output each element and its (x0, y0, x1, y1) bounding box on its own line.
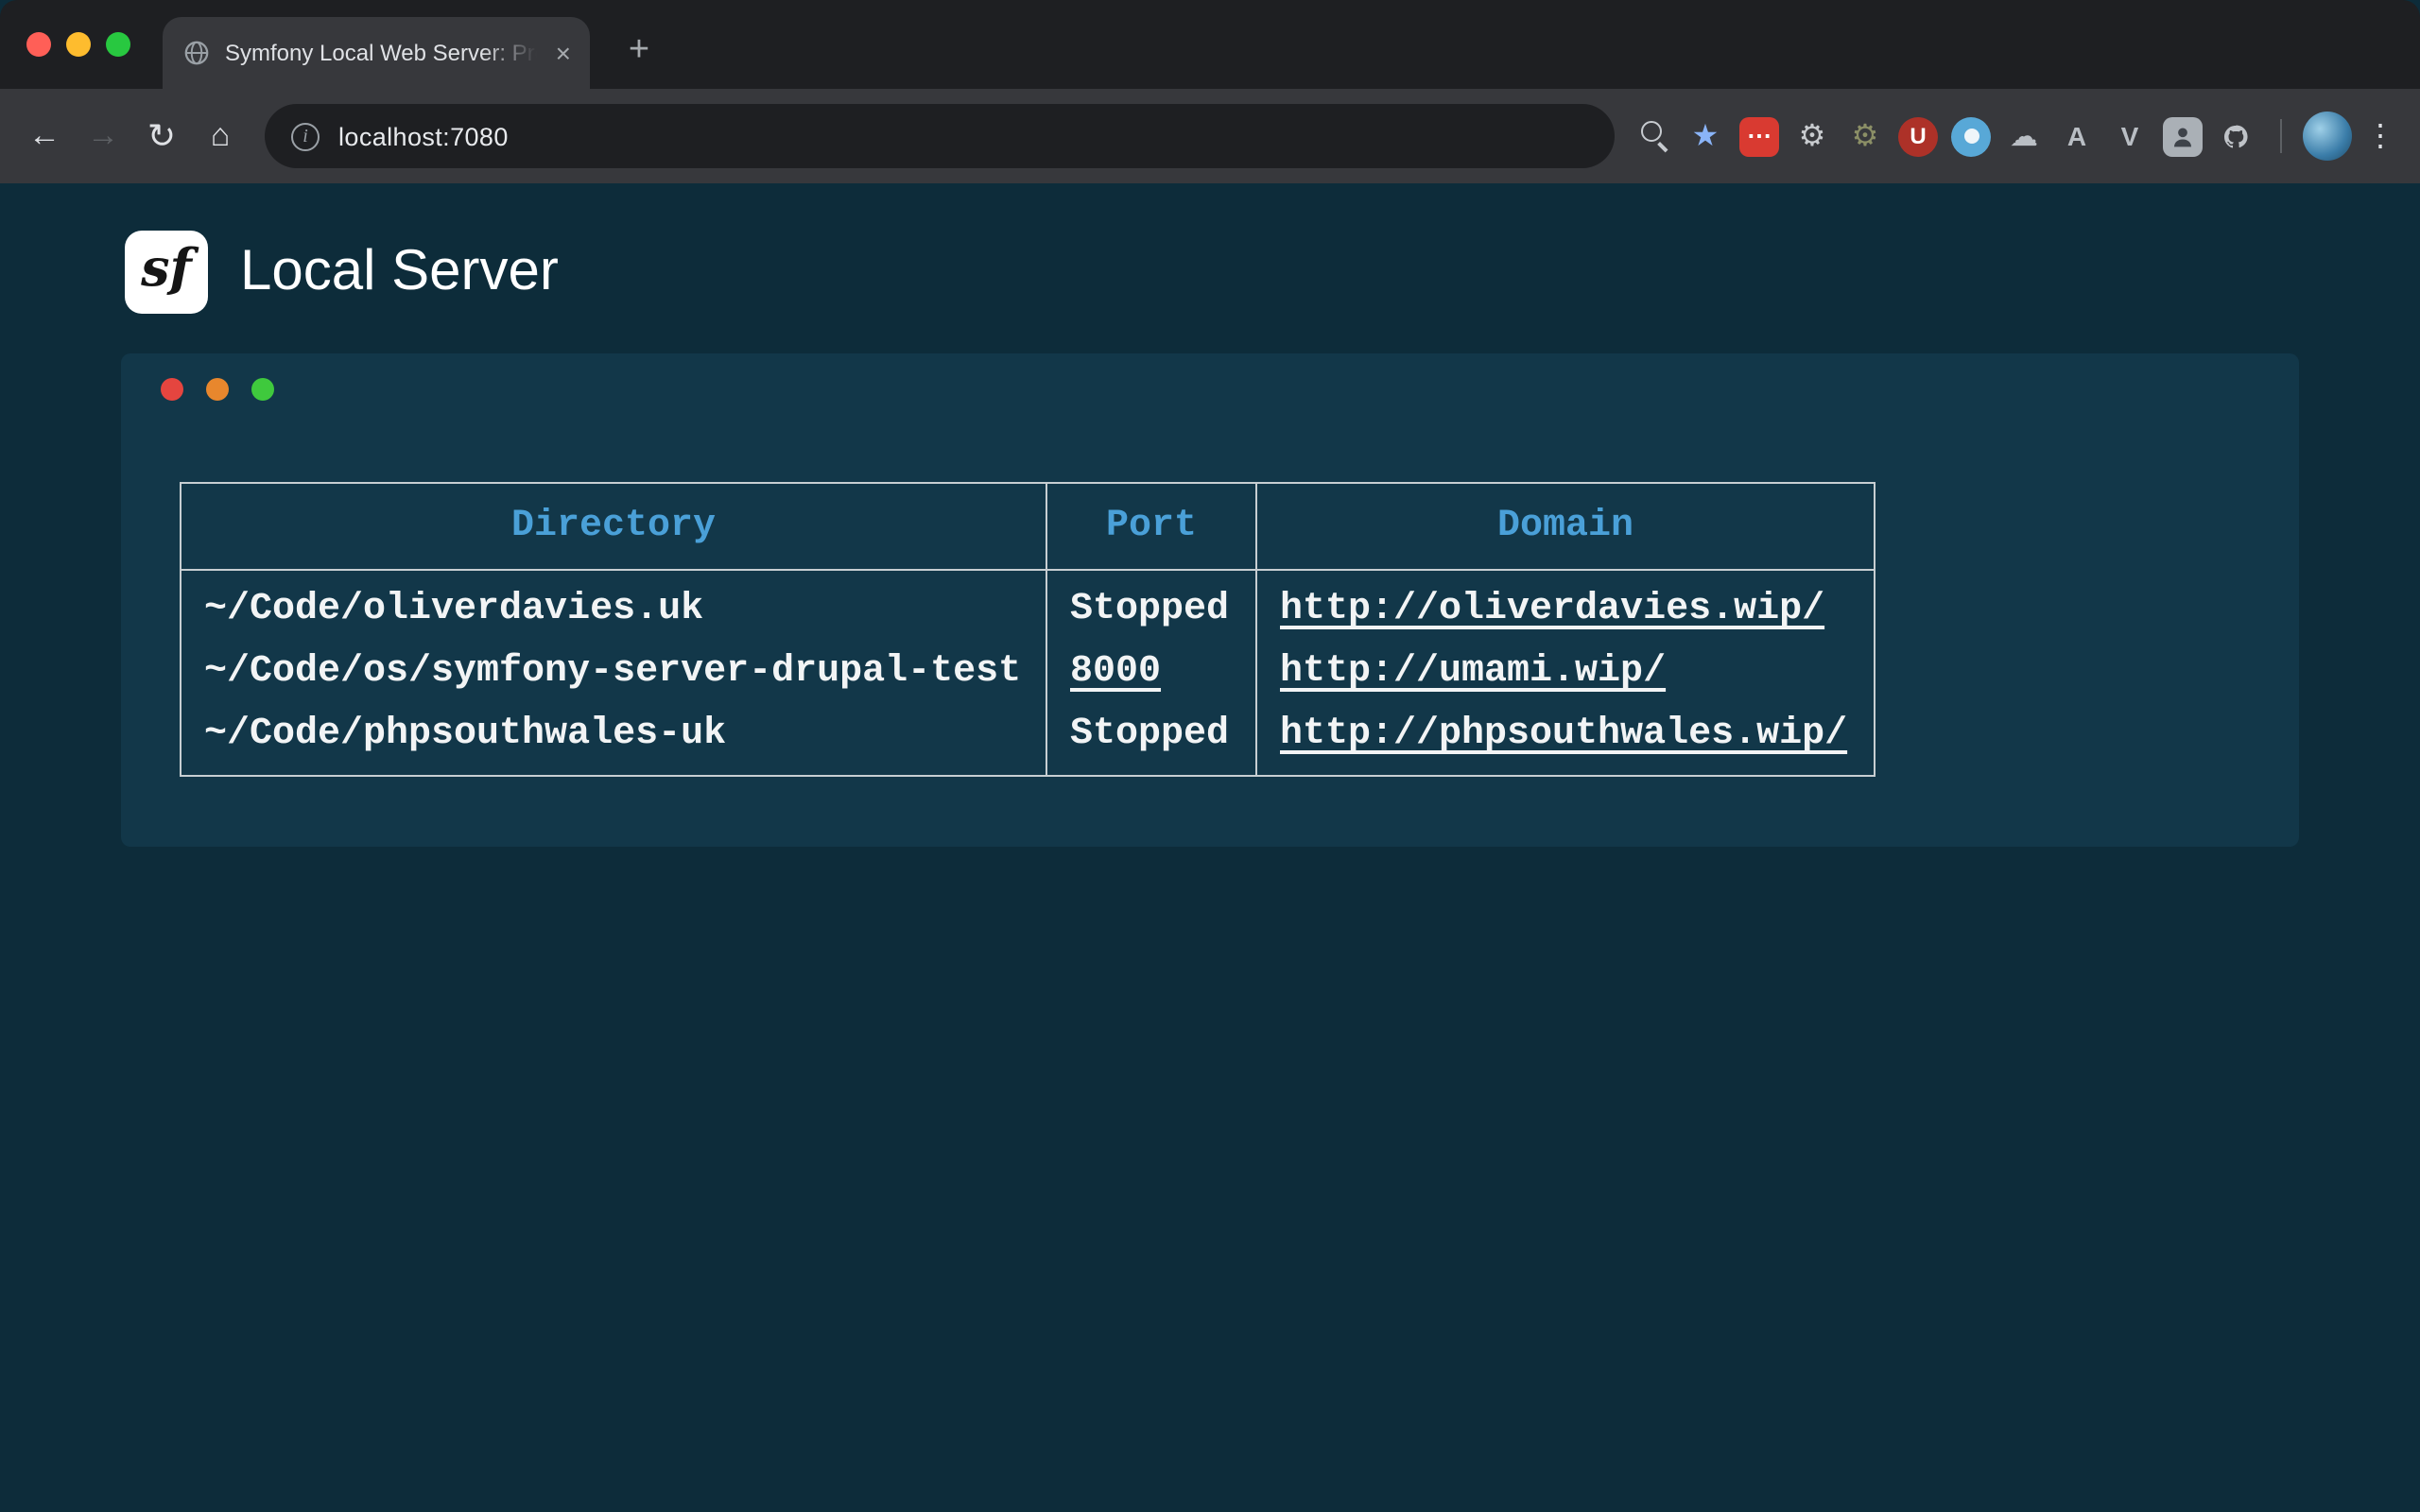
reload-icon[interactable]: ↻ (136, 111, 187, 162)
domain-link[interactable]: http://oliverdavies.wip/ (1280, 588, 1824, 631)
github-extension-icon[interactable] (2216, 116, 2256, 156)
browser-window: Symfony Local Web Server: Prox × + ← → ↻… (0, 0, 2420, 1512)
window-zoom-button[interactable] (106, 32, 130, 57)
address-bar[interactable]: i localhost:7080 (265, 104, 1615, 168)
server-panel: Directory Port Domain ~/Code/oliverdavie… (121, 353, 2299, 847)
panel-red-dot (161, 378, 183, 401)
table-header-row: Directory Port Domain (181, 483, 1875, 570)
domain-cell: http://oliverdavies.wip/ (1256, 570, 1875, 641)
table-row: ~/Code/phpsouthwales-uk Stopped http://p… (181, 703, 1875, 776)
vimium-extension-icon[interactable]: V (2110, 116, 2150, 156)
red-dots-extension-icon[interactable]: ⋯ (1739, 116, 1779, 156)
domain-link[interactable]: http://umami.wip/ (1280, 650, 1666, 694)
toolbar-divider (2280, 119, 2282, 153)
new-tab-button[interactable]: + (614, 26, 664, 76)
port-status-cell: Stopped (1046, 570, 1256, 641)
table-row: ~/Code/os/symfony-server-drupal-test 800… (181, 641, 1875, 703)
tab-close-icon[interactable]: × (552, 36, 575, 70)
browser-tab[interactable]: Symfony Local Web Server: Prox × (163, 17, 590, 89)
site-header: sf Local Server (0, 183, 2420, 314)
tab-favicon-globe-icon (183, 40, 210, 66)
forward-icon[interactable]: → (78, 111, 129, 162)
url-text: localhost:7080 (338, 122, 509, 150)
blue-disc-inner-dot (1963, 129, 1979, 144)
window-controls (26, 32, 130, 57)
blue-disc-extension-icon[interactable] (1951, 116, 1991, 156)
ublock-extension-icon[interactable]: U (1898, 116, 1938, 156)
extension-icons: ⋯ ⚙ ⚙ U ☁ A V (1739, 116, 2256, 156)
window-minimize-button[interactable] (66, 32, 91, 57)
symfony-logo: sf (125, 231, 208, 314)
zoom-icon[interactable] (1634, 115, 1675, 157)
back-icon[interactable]: ← (19, 111, 70, 162)
gear-dark-extension-icon[interactable]: ⚙ (1845, 116, 1885, 156)
table-row: ~/Code/oliverdavies.uk Stopped http://ol… (181, 570, 1875, 641)
bookmark-star-icon[interactable]: ★ (1683, 117, 1728, 155)
domain-link[interactable]: http://phpsouthwales.wip/ (1280, 713, 1847, 756)
gear-light-extension-icon[interactable]: ⚙ (1792, 116, 1832, 156)
domain-column-header: Domain (1256, 483, 1875, 570)
server-table: Directory Port Domain ~/Code/oliverdavie… (180, 482, 1876, 777)
port-column-header: Port (1046, 483, 1256, 570)
domain-cell: http://phpsouthwales.wip/ (1256, 703, 1875, 776)
directory-cell: ~/Code/oliverdavies.uk (181, 570, 1046, 641)
panel-green-dot (251, 378, 274, 401)
domain-cell: http://umami.wip/ (1256, 641, 1875, 703)
port-status-cell: 8000 (1046, 641, 1256, 703)
panel-orange-dot (206, 378, 229, 401)
directory-cell: ~/Code/phpsouthwales-uk (181, 703, 1046, 776)
browser-toolbar: ← → ↻ ⌂ i localhost:7080 ★ ⋯ ⚙ ⚙ U ☁ A V (0, 89, 2420, 183)
letter-a-extension-icon[interactable]: A (2057, 116, 2097, 156)
site-info-icon[interactable]: i (291, 122, 320, 150)
page-content: sf Local Server Directory Port (0, 183, 2420, 1512)
home-icon[interactable]: ⌂ (195, 111, 246, 162)
cloud-extension-icon[interactable]: ☁ (2004, 116, 2044, 156)
page-title: Local Server (240, 240, 559, 304)
person-extension-icon[interactable] (2163, 116, 2203, 156)
port-status-cell: Stopped (1046, 703, 1256, 776)
directory-cell: ~/Code/os/symfony-server-drupal-test (181, 641, 1046, 703)
symfony-logo-glyph: sf (141, 239, 192, 298)
chrome-menu-icon[interactable]: ⋮ (2360, 117, 2401, 155)
profile-avatar[interactable] (2303, 112, 2352, 161)
directory-column-header: Directory (181, 483, 1046, 570)
panel-window-dots (161, 378, 274, 401)
tab-strip: Symfony Local Web Server: Prox × + (0, 0, 2420, 89)
tab-title: Symfony Local Web Server: Prox (225, 40, 537, 66)
window-close-button[interactable] (26, 32, 51, 57)
port-link[interactable]: 8000 (1070, 650, 1161, 694)
